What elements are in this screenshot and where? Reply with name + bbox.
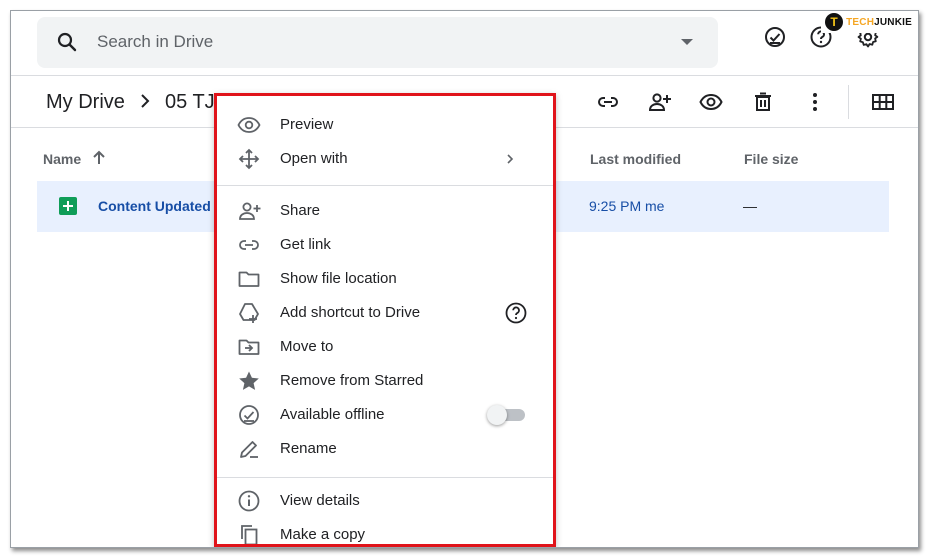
menu-item-share[interactable]: Share: [217, 194, 553, 228]
menu-item-label: Add shortcut to Drive: [280, 304, 421, 321]
get-link-icon[interactable]: [596, 90, 620, 114]
share-person-add-icon[interactable]: [647, 90, 671, 114]
menu-item-label: Move to: [280, 338, 334, 355]
menu-item-rename[interactable]: Rename: [217, 432, 553, 466]
menu-item-available-offline[interactable]: Available offline: [217, 398, 553, 432]
search-options-caret-icon[interactable]: [681, 39, 693, 45]
column-header-file-size[interactable]: File size: [744, 151, 798, 167]
eye-icon: [237, 113, 261, 137]
help-icon[interactable]: [504, 301, 528, 325]
logo-badge: T: [825, 13, 844, 31]
preview-eye-icon[interactable]: [699, 90, 723, 114]
menu-item-preview[interactable]: Preview: [217, 108, 553, 142]
menu-item-label: Preview: [280, 116, 334, 133]
chevron-right-icon: [137, 93, 153, 109]
copy-icon: [237, 523, 261, 544]
column-header-name[interactable]: Name: [43, 151, 81, 167]
menu-item-label: Rename: [280, 440, 337, 457]
menu-item-label: Make a copy: [280, 526, 366, 543]
move-arrows-icon: [237, 147, 261, 171]
person-add-icon: [237, 199, 261, 223]
menu-item-view-details[interactable]: View details: [217, 484, 553, 518]
menu-item-remove-from-starred[interactable]: Remove from Starred: [217, 364, 553, 398]
breadcrumb-my-drive[interactable]: My Drive: [46, 91, 125, 114]
top-divider: [11, 75, 918, 76]
search-icon[interactable]: [55, 30, 79, 54]
sort-arrow-up-icon[interactable]: [91, 150, 107, 166]
drive-window: T TECH JUNKIE My Drive 05 TJ Name Last m…: [10, 10, 919, 548]
file-name: Content Updated: [98, 198, 211, 214]
logo-text-tech: TECH: [846, 16, 875, 28]
modified-time: 9:25 PM: [589, 198, 642, 214]
info-icon: [237, 489, 261, 513]
file-size-value: —: [743, 198, 757, 214]
folder-icon: [237, 267, 261, 291]
star-icon: [237, 369, 261, 393]
menu-item-label: Get link: [280, 236, 331, 253]
link-icon: [237, 233, 261, 257]
drive-shortcut-icon: [237, 301, 261, 325]
techjunkie-logo: T TECH JUNKIE: [821, 11, 916, 33]
google-sheets-icon: [59, 197, 77, 215]
menu-item-label: Open with: [280, 150, 348, 167]
offline-ready-icon[interactable]: [763, 25, 787, 49]
context-menu: Preview Open with Share Get link Show fi…: [214, 93, 556, 547]
menu-item-show-file-location[interactable]: Show file location: [217, 262, 553, 296]
submenu-chevron-icon: [503, 152, 517, 166]
menu-item-label: Show file location: [280, 270, 397, 287]
trash-icon[interactable]: [751, 90, 775, 114]
menu-divider: [217, 185, 553, 186]
search-input[interactable]: [97, 29, 657, 55]
menu-divider: [217, 477, 553, 478]
column-header-last-modified[interactable]: Last modified: [590, 151, 681, 167]
breadcrumb-current-folder[interactable]: 05 TJ: [165, 91, 215, 114]
offline-check-icon: [237, 403, 261, 427]
menu-item-open-with[interactable]: Open with: [217, 142, 553, 176]
menu-item-make-a-copy[interactable]: Make a copy: [217, 518, 553, 544]
search-box[interactable]: [37, 17, 718, 68]
menu-item-label: View details: [280, 492, 360, 509]
menu-item-label: Share: [280, 202, 321, 219]
menu-item-move-to[interactable]: Move to: [217, 330, 553, 364]
toolbar-separator: [848, 85, 849, 119]
modified-by: me: [645, 198, 665, 214]
logo-text-junkie: JUNKIE: [874, 16, 912, 28]
pencil-icon: [237, 437, 261, 461]
grid-view-icon[interactable]: [871, 90, 895, 114]
toggle-knob: [487, 405, 507, 425]
offline-toggle[interactable]: [487, 405, 527, 425]
menu-item-label: Available offline: [280, 406, 385, 423]
menu-item-get-link[interactable]: Get link: [217, 228, 553, 262]
more-vert-icon[interactable]: [803, 90, 827, 114]
menu-item-label: Remove from Starred: [280, 372, 424, 389]
menu-item-add-shortcut[interactable]: Add shortcut to Drive: [217, 296, 553, 330]
move-to-folder-icon: [237, 335, 261, 359]
